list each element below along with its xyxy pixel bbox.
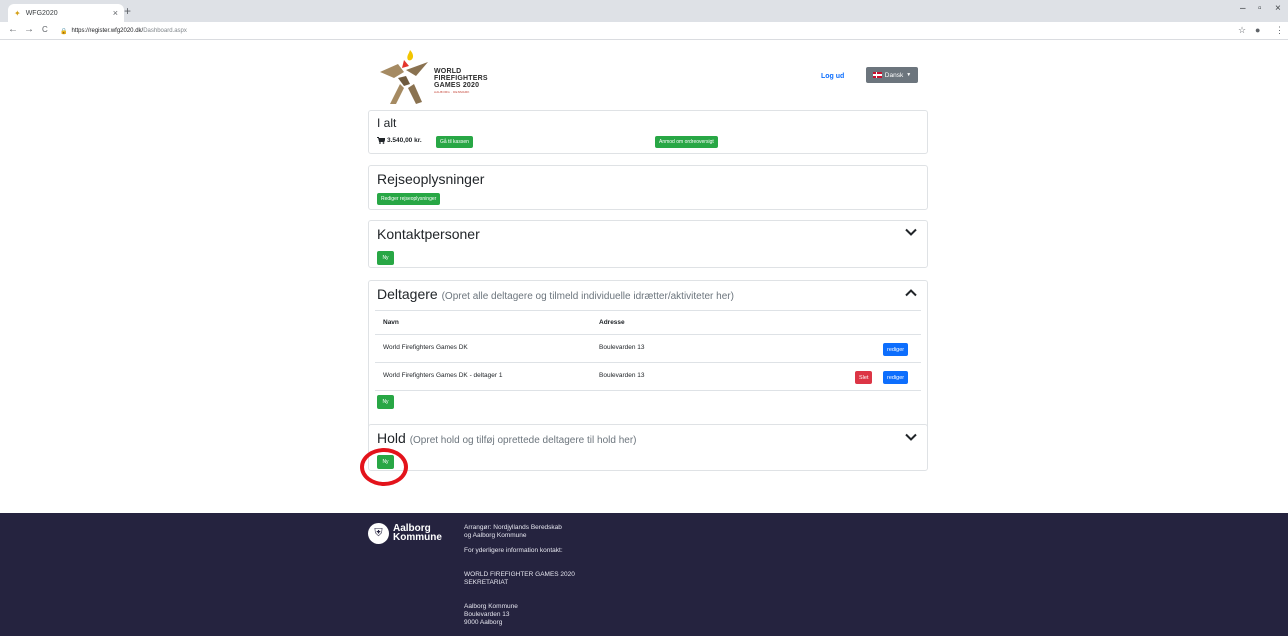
participants-title: Deltagere (Opret alle deltagere og tilme… bbox=[377, 286, 734, 302]
footer-organizer: Arrangør: Nordjyllands Beredskab og Aalb… bbox=[464, 524, 562, 539]
participant-address: Boulevarden 13 bbox=[599, 344, 645, 351]
address-bar: ← → C 🔒 https://register.wfg2020.dk/Dash… bbox=[0, 22, 1288, 40]
checkout-button[interactable]: Gå til kassen bbox=[436, 136, 473, 148]
new-tab-button[interactable]: + bbox=[124, 4, 131, 18]
logo-wordmark: WORLD FIREFIGHTERS GAMES 2020 AALBORG · … bbox=[434, 68, 488, 94]
new-participant-button[interactable]: Ny bbox=[377, 395, 394, 409]
page-header: WORLD FIREFIGHTERS GAMES 2020 AALBORG · … bbox=[368, 40, 928, 108]
delete-participant-button[interactable]: Slet bbox=[855, 371, 873, 384]
url-path: Dashboard.aspx bbox=[143, 28, 187, 34]
chevron-up-icon[interactable] bbox=[905, 289, 917, 297]
total-amount: 3.540,00 kr. bbox=[377, 137, 422, 144]
wfg-logo[interactable]: WORLD FIREFIGHTERS GAMES 2020 AALBORG · … bbox=[376, 48, 496, 106]
flame-figure-icon bbox=[380, 50, 428, 104]
browser-menu-icon[interactable]: ⋮ bbox=[1275, 25, 1284, 36]
footer-secretariat: WORLD FIREFIGHTER GAMES 2020 SEKRETARIAT bbox=[464, 571, 575, 586]
url-field[interactable]: 🔒 https://register.wfg2020.dk/Dashboard.… bbox=[60, 25, 1220, 37]
chevron-down-icon[interactable] bbox=[905, 228, 917, 236]
main-container: WORLD FIREFIGHTERS GAMES 2020 AALBORG · … bbox=[368, 40, 928, 471]
forward-icon[interactable]: → bbox=[24, 24, 34, 35]
edit-travel-button[interactable]: Rediger rejseoplysninger bbox=[377, 193, 441, 205]
back-icon[interactable]: ← bbox=[8, 24, 18, 35]
caret-down-icon: ▼ bbox=[906, 72, 912, 78]
coat-of-arms-icon: ⛨ bbox=[368, 522, 389, 544]
new-contact-button[interactable]: Ny bbox=[377, 251, 394, 265]
participant-address: Boulevarden 13 bbox=[599, 372, 645, 379]
logout-link[interactable]: Log ud bbox=[821, 73, 844, 80]
minimize-icon[interactable]: – bbox=[1240, 3, 1246, 14]
travel-title: Rejseoplysninger bbox=[377, 171, 485, 187]
footer-address: Aalborg Kommune Boulevarden 13 9000 Aalb… bbox=[464, 603, 518, 626]
teams-title: Hold (Opret hold og tilføj oprettede del… bbox=[377, 430, 637, 446]
participant-name: World Firefighters Games DK - deltager 1 bbox=[383, 372, 503, 379]
edit-participant-button[interactable]: rediger bbox=[883, 371, 909, 384]
bookmark-star-icon[interactable]: ☆ bbox=[1238, 25, 1246, 36]
total-title: I alt bbox=[377, 116, 397, 130]
table-divider bbox=[375, 310, 921, 311]
teams-card: Hold (Opret hold og tilføj oprettede del… bbox=[368, 424, 928, 471]
order-overview-button[interactable]: Anmod om ordreoversigt bbox=[655, 136, 718, 148]
highlight-circle bbox=[360, 448, 408, 486]
travel-card: Rejseoplysninger Rediger rejseoplysninge… bbox=[368, 165, 928, 210]
table-row: World Firefighters Games DK - deltager 1… bbox=[375, 362, 921, 390]
contacts-title: Kontaktpersoner bbox=[377, 226, 480, 242]
column-header-name: Navn bbox=[383, 319, 399, 326]
danish-flag-icon bbox=[872, 72, 882, 78]
favicon-icon: ✦ bbox=[14, 8, 21, 18]
language-label: Dansk bbox=[884, 71, 904, 79]
total-card: I alt 3.540,00 kr. Gå til kassen Anmod o… bbox=[368, 110, 928, 154]
language-dropdown[interactable]: Dansk ▼ bbox=[866, 67, 918, 83]
edit-participant-button[interactable]: rediger bbox=[883, 343, 909, 356]
close-tab-icon[interactable]: × bbox=[113, 8, 118, 18]
aalborg-kommune-logo: ⛨ Aalborg Kommune bbox=[368, 522, 448, 544]
tab-title: WFG2020 bbox=[25, 9, 58, 17]
maximize-icon[interactable]: ▫ bbox=[1258, 3, 1262, 14]
table-row: World Firefighters Games DK Boulevarden … bbox=[375, 334, 921, 362]
browser-tab-bar: ✦ WFG2020 × + – ▫ × bbox=[0, 0, 1288, 22]
table-divider bbox=[375, 390, 921, 391]
profile-icon[interactable]: ● bbox=[1255, 25, 1260, 35]
browser-tab[interactable]: ✦ WFG2020 × bbox=[8, 4, 124, 22]
url-host: https://register.wfg2020.dk/ bbox=[71, 28, 144, 34]
column-header-address: Adresse bbox=[599, 319, 625, 326]
chevron-down-icon[interactable] bbox=[905, 433, 917, 441]
footer-contact: For yderligere information kontakt: bbox=[464, 547, 563, 554]
cart-icon bbox=[377, 137, 385, 144]
participant-name: World Firefighters Games DK bbox=[383, 344, 468, 351]
contacts-card: Kontaktpersoner Ny bbox=[368, 220, 928, 268]
window-close-icon[interactable]: × bbox=[1275, 3, 1281, 14]
reload-icon[interactable]: C bbox=[42, 25, 48, 34]
page-footer: ⛨ Aalborg Kommune Arrangør: Nordjyllands… bbox=[0, 513, 1288, 636]
lock-icon: 🔒 bbox=[60, 28, 68, 35]
